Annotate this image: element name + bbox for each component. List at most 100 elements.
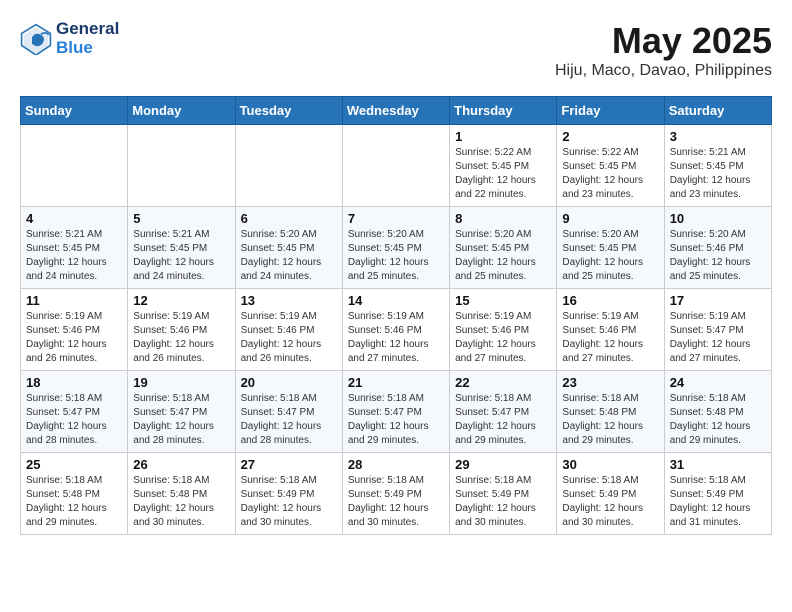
calendar-cell: 12Sunrise: 5:19 AM Sunset: 5:46 PM Dayli… bbox=[128, 289, 235, 371]
day-info: Sunrise: 5:21 AM Sunset: 5:45 PM Dayligh… bbox=[133, 228, 229, 284]
day-number: 21 bbox=[348, 375, 444, 390]
calendar-cell: 30 Sunrise: 5:18 AM Sunset: 5:49 PM Dayli… bbox=[557, 453, 664, 535]
calendar-week-row: 11 Sunrise: 5:19 AM Sunset: 5:46 PM Dayli… bbox=[21, 289, 772, 371]
logo: General Blue bbox=[20, 20, 119, 57]
day-number: 5 bbox=[133, 211, 229, 226]
calendar-cell bbox=[128, 125, 235, 207]
day-info: Sunrise: 5:22 AM Sunset: 5:45 PM Dayligh… bbox=[562, 146, 658, 202]
calendar-cell: 4 Sunrise: 5:21 AM Sunset: 5:45 PM Daylig… bbox=[21, 207, 128, 289]
day-number: 16 bbox=[562, 293, 658, 308]
weekday-header-thursday: Thursday bbox=[450, 97, 557, 125]
day-info: Sunrise: 5:18 AM Sunset: 5:49 PM Dayligh… bbox=[241, 474, 337, 530]
calendar-cell: 20Sunrise: 5:18 AM Sunset: 5:47 PM Dayli… bbox=[235, 371, 342, 453]
day-number: 12 bbox=[133, 293, 229, 308]
day-number: 14 bbox=[348, 293, 444, 308]
location-title: Hiju, Maco, Davao, Philippines bbox=[555, 62, 772, 80]
day-info: Sunrise: 5:20 AM Sunset: 5:45 PM Dayligh… bbox=[241, 228, 337, 284]
day-info: Sunrise: 5:18 AM Sunset: 5:49 PM Dayligh… bbox=[455, 474, 551, 530]
day-info: Sunrise: 5:22 AM Sunset: 5:45 PM Dayligh… bbox=[455, 146, 551, 202]
calendar-header-row: SundayMondayTuesdayWednesdayThursdayFrid… bbox=[21, 97, 772, 125]
day-number: 10 bbox=[670, 211, 766, 226]
day-info: Sunrise: 5:19 AM Sunset: 5:46 PM Dayligh… bbox=[562, 310, 658, 366]
calendar-cell bbox=[342, 125, 449, 207]
day-number: 29 bbox=[455, 457, 551, 472]
day-number: 25 bbox=[26, 457, 122, 472]
day-info: Sunrise: 5:20 AM Sunset: 5:45 PM Dayligh… bbox=[455, 228, 551, 284]
day-number: 19 bbox=[133, 375, 229, 390]
calendar-cell: 14 Sunrise: 5:19 AM Sunset: 5:46 PM Dayli… bbox=[342, 289, 449, 371]
day-number: 24 bbox=[670, 375, 766, 390]
day-number: 17 bbox=[670, 293, 766, 308]
day-number: 4 bbox=[26, 211, 122, 226]
calendar-cell: 27 Sunrise: 5:18 AM Sunset: 5:49 PM Dayli… bbox=[235, 453, 342, 535]
calendar-cell: 17Sunrise: 5:19 AM Sunset: 5:47 PM Dayli… bbox=[664, 289, 771, 371]
weekday-header-sunday: Sunday bbox=[21, 97, 128, 125]
weekday-header-monday: Monday bbox=[128, 97, 235, 125]
day-info: Sunrise: 5:18 AM Sunset: 5:48 PM Dayligh… bbox=[670, 392, 766, 448]
day-number: 26 bbox=[133, 457, 229, 472]
day-info: Sunrise: 5:19 AM Sunset: 5:46 PM Dayligh… bbox=[26, 310, 122, 366]
calendar-cell: 15Sunrise: 5:19 AM Sunset: 5:46 PM Dayli… bbox=[450, 289, 557, 371]
logo-general: General bbox=[56, 20, 119, 39]
month-title: May 2025 bbox=[555, 20, 772, 62]
day-info: Sunrise: 5:18 AM Sunset: 5:47 PM Dayligh… bbox=[26, 392, 122, 448]
calendar-cell: 11 Sunrise: 5:19 AM Sunset: 5:46 PM Dayli… bbox=[21, 289, 128, 371]
calendar-cell: 31 Sunrise: 5:18 AM Sunset: 5:49 PM Dayli… bbox=[664, 453, 771, 535]
calendar-week-row: 25 Sunrise: 5:18 AM Sunset: 5:48 PM Dayli… bbox=[21, 453, 772, 535]
day-number: 31 bbox=[670, 457, 766, 472]
day-info: Sunrise: 5:18 AM Sunset: 5:48 PM Dayligh… bbox=[26, 474, 122, 530]
calendar-week-row: 4 Sunrise: 5:21 AM Sunset: 5:45 PM Daylig… bbox=[21, 207, 772, 289]
day-info: Sunrise: 5:21 AM Sunset: 5:45 PM Dayligh… bbox=[26, 228, 122, 284]
day-number: 2 bbox=[562, 129, 658, 144]
day-info: Sunrise: 5:20 AM Sunset: 5:46 PM Dayligh… bbox=[670, 228, 766, 284]
day-number: 9 bbox=[562, 211, 658, 226]
day-number: 22 bbox=[455, 375, 551, 390]
day-info: Sunrise: 5:18 AM Sunset: 5:48 PM Dayligh… bbox=[562, 392, 658, 448]
day-number: 23 bbox=[562, 375, 658, 390]
day-info: Sunrise: 5:18 AM Sunset: 5:47 PM Dayligh… bbox=[133, 392, 229, 448]
day-number: 11 bbox=[26, 293, 122, 308]
day-info: Sunrise: 5:19 AM Sunset: 5:46 PM Dayligh… bbox=[348, 310, 444, 366]
calendar-cell: 1 Sunrise: 5:22 AM Sunset: 5:45 PM Daylig… bbox=[450, 125, 557, 207]
day-info: Sunrise: 5:18 AM Sunset: 5:48 PM Dayligh… bbox=[133, 474, 229, 530]
calendar-cell: 29 Sunrise: 5:18 AM Sunset: 5:49 PM Dayli… bbox=[450, 453, 557, 535]
day-number: 28 bbox=[348, 457, 444, 472]
weekday-header-saturday: Saturday bbox=[664, 97, 771, 125]
calendar-cell: 26 Sunrise: 5:18 AM Sunset: 5:48 PM Dayli… bbox=[128, 453, 235, 535]
calendar-cell: 19 Sunrise: 5:18 AM Sunset: 5:47 PM Dayli… bbox=[128, 371, 235, 453]
calendar-cell: 18 Sunrise: 5:18 AM Sunset: 5:47 PM Dayli… bbox=[21, 371, 128, 453]
day-number: 6 bbox=[241, 211, 337, 226]
day-number: 1 bbox=[455, 129, 551, 144]
day-number: 7 bbox=[348, 211, 444, 226]
day-number: 18 bbox=[26, 375, 122, 390]
day-number: 13 bbox=[241, 293, 337, 308]
day-info: Sunrise: 5:18 AM Sunset: 5:49 PM Dayligh… bbox=[348, 474, 444, 530]
calendar-cell: 6 Sunrise: 5:20 AM Sunset: 5:45 PM Daylig… bbox=[235, 207, 342, 289]
day-info: Sunrise: 5:18 AM Sunset: 5:47 PM Dayligh… bbox=[455, 392, 551, 448]
calendar-cell bbox=[21, 125, 128, 207]
calendar-cell: 7 Sunrise: 5:20 AM Sunset: 5:45 PM Daylig… bbox=[342, 207, 449, 289]
calendar-cell: 23 Sunrise: 5:18 AM Sunset: 5:48 PM Dayli… bbox=[557, 371, 664, 453]
calendar-cell: 25 Sunrise: 5:18 AM Sunset: 5:48 PM Dayli… bbox=[21, 453, 128, 535]
day-number: 3 bbox=[670, 129, 766, 144]
logo-icon bbox=[20, 23, 52, 55]
weekday-header-wednesday: Wednesday bbox=[342, 97, 449, 125]
day-info: Sunrise: 5:20 AM Sunset: 5:45 PM Dayligh… bbox=[348, 228, 444, 284]
calendar-cell: 10 Sunrise: 5:20 AM Sunset: 5:46 PM Dayli… bbox=[664, 207, 771, 289]
day-info: Sunrise: 5:19 AM Sunset: 5:46 PM Dayligh… bbox=[241, 310, 337, 366]
day-number: 15 bbox=[455, 293, 551, 308]
calendar-cell: 24 Sunrise: 5:18 AM Sunset: 5:48 PM Dayli… bbox=[664, 371, 771, 453]
page-header: General Blue May 2025 Hiju, Maco, Davao,… bbox=[20, 20, 772, 80]
calendar-cell: 22 Sunrise: 5:18 AM Sunset: 5:47 PM Dayli… bbox=[450, 371, 557, 453]
title-block: May 2025 Hiju, Maco, Davao, Philippines bbox=[555, 20, 772, 80]
calendar-cell: 13 Sunrise: 5:19 AM Sunset: 5:46 PM Dayli… bbox=[235, 289, 342, 371]
calendar-cell: 16 Sunrise: 5:19 AM Sunset: 5:46 PM Dayli… bbox=[557, 289, 664, 371]
calendar-week-row: 18 Sunrise: 5:18 AM Sunset: 5:47 PM Dayli… bbox=[21, 371, 772, 453]
day-info: Sunrise: 5:18 AM Sunset: 5:49 PM Dayligh… bbox=[562, 474, 658, 530]
logo-blue: Blue bbox=[56, 39, 119, 58]
day-number: 27 bbox=[241, 457, 337, 472]
day-info: Sunrise: 5:18 AM Sunset: 5:49 PM Dayligh… bbox=[670, 474, 766, 530]
day-number: 30 bbox=[562, 457, 658, 472]
logo-text-block: General Blue bbox=[56, 20, 119, 57]
weekday-header-friday: Friday bbox=[557, 97, 664, 125]
